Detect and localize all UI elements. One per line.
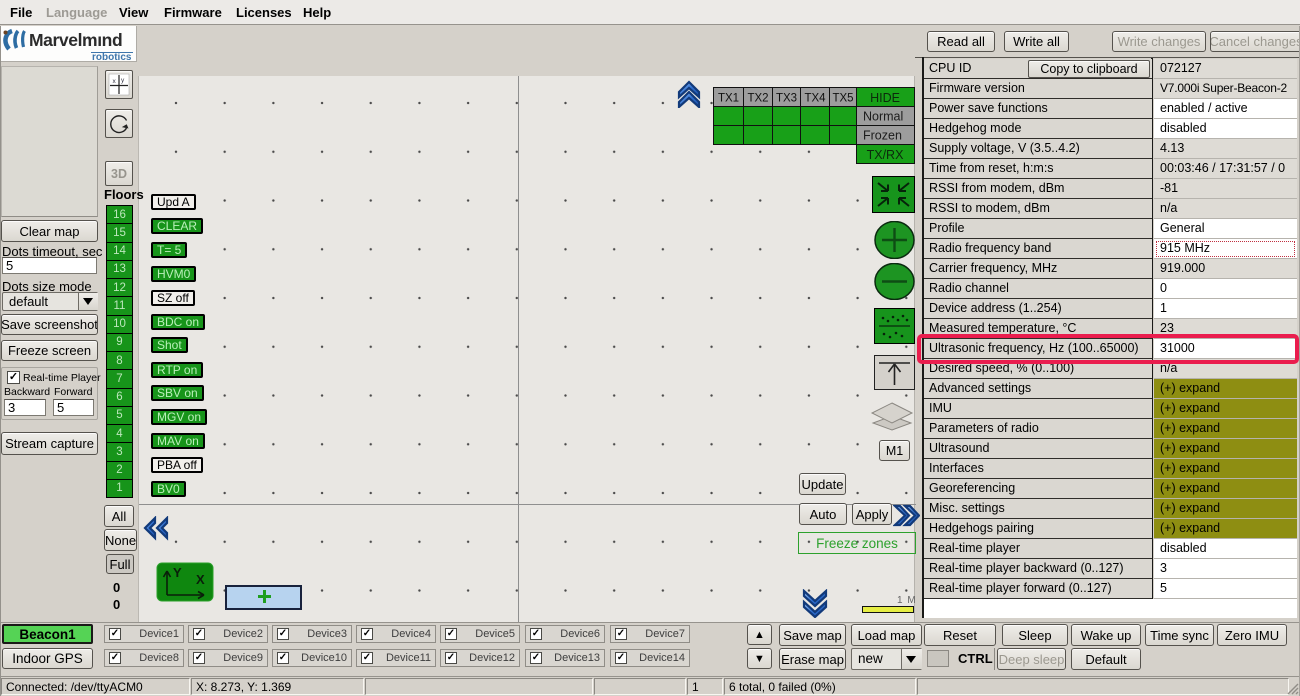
svg-text:TX/RX: TX/RX [867,148,904,162]
svg-text:Normal: Normal [863,110,903,124]
svg-text:Frozen: Frozen [863,129,902,143]
svg-text:TX1: TX1 [718,93,739,105]
svg-text:TX3: TX3 [776,93,797,105]
svg-text:HIDE: HIDE [870,91,900,105]
svg-text:TX5: TX5 [832,93,853,105]
svg-text:X: X [196,572,205,587]
svg-text:Y: Y [173,565,182,580]
svg-text:TX2: TX2 [747,93,768,105]
svg-text:TX4: TX4 [804,93,826,105]
